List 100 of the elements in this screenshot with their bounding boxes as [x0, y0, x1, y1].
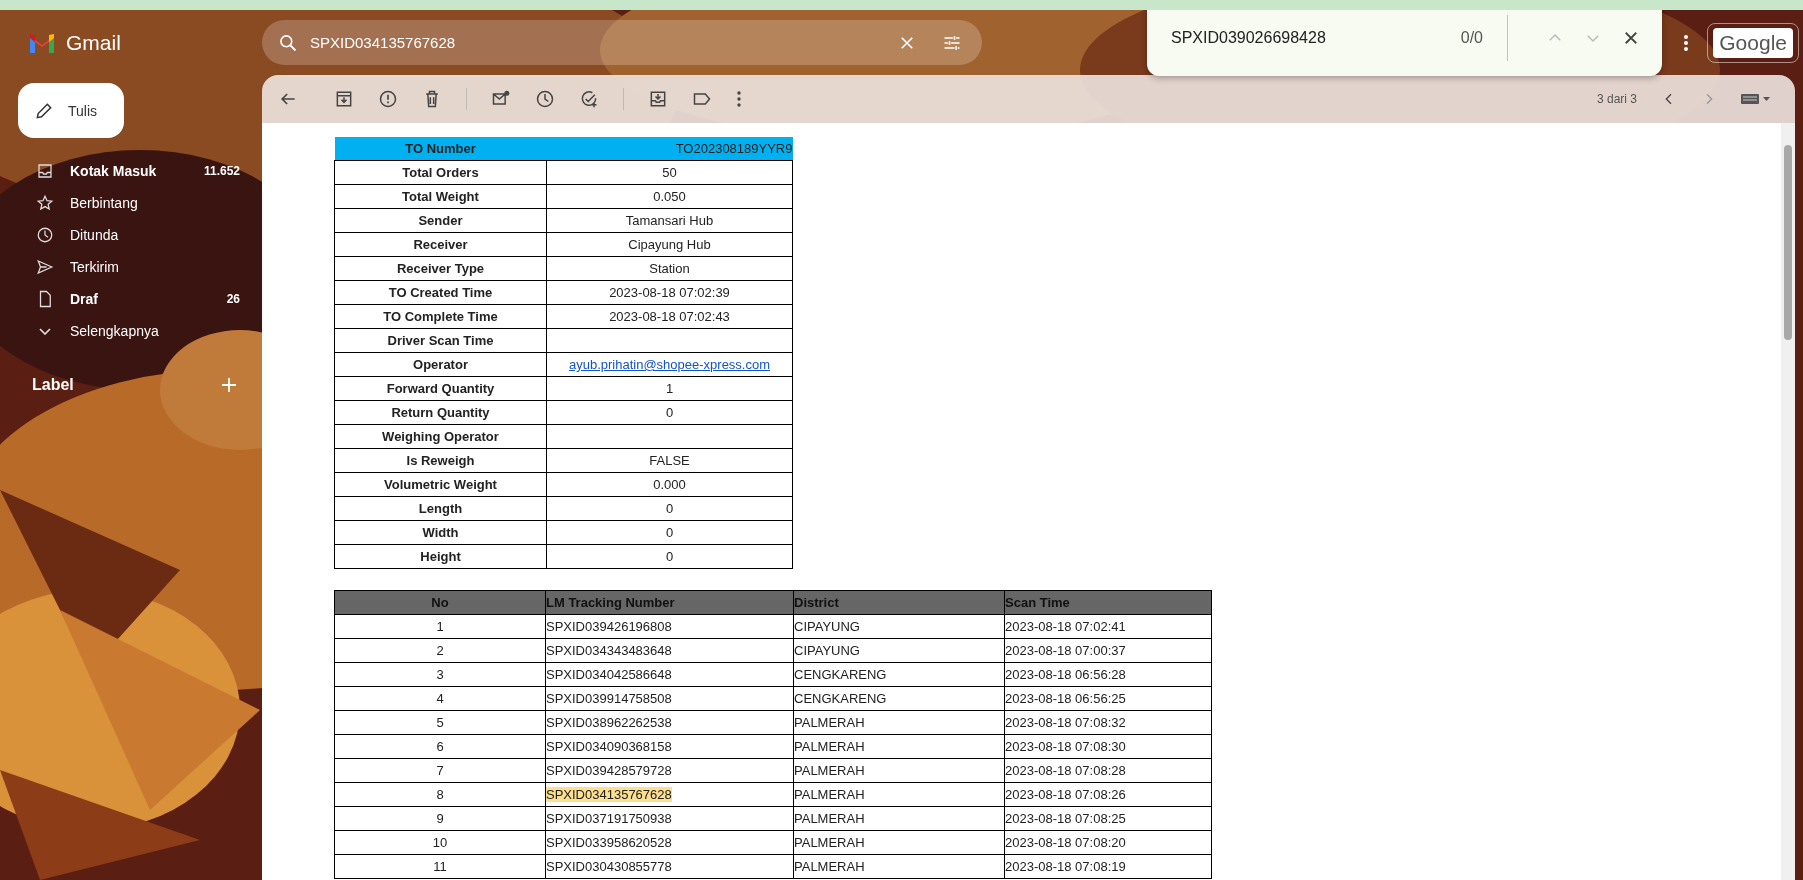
- nav-item[interactable]: Ditunda: [0, 219, 262, 251]
- nav-item[interactable]: Berbintang: [0, 187, 262, 219]
- table-cell: 2023-08-18 07:08:28: [1004, 758, 1212, 783]
- chevron-down-icon: [39, 327, 51, 335]
- compose-button[interactable]: Tulis: [18, 83, 124, 138]
- tracking-number: SPXID034090368158: [546, 739, 672, 754]
- table-cell: Receiver: [334, 232, 547, 257]
- scrollbar[interactable]: [1781, 123, 1795, 880]
- table-cell: 4: [334, 686, 546, 711]
- clock-icon[interactable]: [535, 89, 555, 109]
- nav-item[interactable]: Selengkapnya: [0, 315, 262, 347]
- table-cell: Total Weight: [334, 184, 547, 209]
- table-cell: 0.050: [546, 184, 793, 209]
- gmail-logo-icon[interactable]: [28, 32, 56, 53]
- table-cell: PALMERAH: [793, 710, 1005, 735]
- tracking-number: SPXID033958620528: [546, 835, 672, 850]
- table-cell: Weighing Operator: [334, 424, 547, 449]
- table-cell: CIPAYUNG: [793, 638, 1005, 663]
- table-cell: Length: [334, 496, 547, 521]
- section-title: Label: [32, 376, 74, 394]
- table-cell: 2023-08-18 07:02:43: [546, 304, 793, 329]
- inbox-icon: [36, 162, 54, 180]
- table-cell: 0: [546, 496, 793, 521]
- table-cell: 2: [334, 638, 546, 663]
- table-cell: 2023-08-18 07:08:20: [1004, 830, 1212, 855]
- column-header: District: [793, 590, 1005, 615]
- table-cell: TO Created Time: [334, 280, 547, 305]
- table-cell: Sender: [334, 208, 547, 233]
- send-icon: [36, 258, 54, 276]
- table-cell: Is Reweigh: [334, 448, 547, 473]
- table-cell: PALMERAH: [793, 806, 1005, 831]
- table-cell: 2023-08-18 07:08:19: [1004, 854, 1212, 879]
- more-vertical-icon[interactable]: [736, 89, 742, 109]
- keyboard-icon[interactable]: [1741, 93, 1771, 105]
- pencil-icon: [34, 100, 54, 121]
- plus-icon[interactable]: [222, 378, 236, 392]
- nav-item[interactable]: Kotak Masuk 11.652: [0, 155, 262, 187]
- search-icon[interactable]: [278, 32, 298, 53]
- account-button[interactable]: Google: [1707, 22, 1799, 63]
- table-cell: 0: [546, 400, 793, 425]
- nav-item[interactable]: Terkirim: [0, 251, 262, 283]
- table-cell: 2023-08-18 07:08:26: [1004, 782, 1212, 807]
- tracking-number: SPXID039914758508: [546, 691, 672, 706]
- table-cell: 8: [334, 782, 546, 807]
- tracking-number: SPXID034343483648: [546, 643, 672, 658]
- table-cell: PALMERAH: [793, 734, 1005, 759]
- close-icon[interactable]: [1622, 29, 1640, 47]
- table-cell: 2023-08-18 07:08:32: [1004, 710, 1212, 735]
- table-cell: 0: [546, 544, 793, 569]
- app-name: Gmail: [66, 30, 121, 55]
- table-cell: CENGKARENG: [793, 686, 1005, 711]
- table-cell: 2023-08-18 07:02:41: [1004, 614, 1212, 639]
- table-cell: 10: [334, 830, 546, 855]
- move-to-icon[interactable]: [648, 89, 668, 109]
- unread-count: 11.652: [203, 164, 240, 178]
- email-link[interactable]: ayub.prihatin@shopee-xpress.com: [568, 357, 771, 372]
- task-add-icon[interactable]: [579, 89, 599, 109]
- column-header: No: [334, 590, 546, 615]
- table-cell: 2023-08-18 07:00:37: [1004, 638, 1212, 663]
- tracking-number: SPXID037191750938: [546, 811, 672, 826]
- column-header: Scan Time: [1004, 590, 1212, 615]
- table-cell: Receiver Type: [334, 256, 547, 281]
- table-cell: 1: [334, 614, 546, 639]
- table-cell: 7: [334, 758, 546, 783]
- table-cell: FALSE: [546, 448, 793, 473]
- tracking-number: SPXID038962262538: [546, 715, 672, 730]
- table-cell: Volumetric Weight: [334, 472, 547, 497]
- nav-item[interactable]: Draf 26: [0, 283, 262, 315]
- table-cell: Tamansari Hub: [546, 208, 793, 233]
- table-cell: 2023-08-18 07:08:30: [1004, 734, 1212, 759]
- table-cell: PALMERAH: [793, 782, 1005, 807]
- table-cell: 0: [546, 520, 793, 545]
- table-cell: 0.000: [546, 472, 793, 497]
- table-cell: 1: [546, 376, 793, 401]
- table-cell: Operator: [334, 352, 547, 377]
- tracking-number: SPXID039426196808: [546, 619, 672, 634]
- page-counter: 3 dari 3: [1596, 92, 1637, 106]
- table-cell: Station: [546, 256, 793, 281]
- table-header-cell: TO202308189YYR9: [546, 137, 793, 161]
- table-cell: Driver Scan Time: [334, 328, 547, 353]
- clock-icon: [36, 226, 54, 244]
- table-cell: PALMERAH: [793, 854, 1005, 879]
- table-cell: Return Quantity: [334, 400, 547, 425]
- table-cell: Total Orders: [334, 160, 547, 185]
- table-cell: 5: [334, 710, 546, 735]
- report-icon[interactable]: [378, 89, 398, 109]
- table-cell: Cipayung Hub: [546, 232, 793, 257]
- tracking-number: SPXID039428579728: [546, 763, 672, 778]
- table-cell: 2023-08-18 06:56:25: [1004, 686, 1212, 711]
- star-icon: [36, 194, 54, 212]
- search-field[interactable]: SPXID034135767628: [262, 20, 982, 65]
- table-cell: 9: [334, 806, 546, 831]
- find-query-field[interactable]: SPXID039026698428: [1171, 29, 1461, 47]
- table-cell: Forward Quantity: [334, 376, 547, 401]
- table-cell: 11: [334, 854, 546, 879]
- tracking-number: SPXID034042586648: [546, 667, 672, 682]
- apps-menu-icon[interactable]: [1683, 33, 1690, 52]
- archive-icon[interactable]: [334, 89, 354, 109]
- tracking-number: SPXID030430855778: [546, 859, 672, 874]
- table-cell: 6: [334, 734, 546, 759]
